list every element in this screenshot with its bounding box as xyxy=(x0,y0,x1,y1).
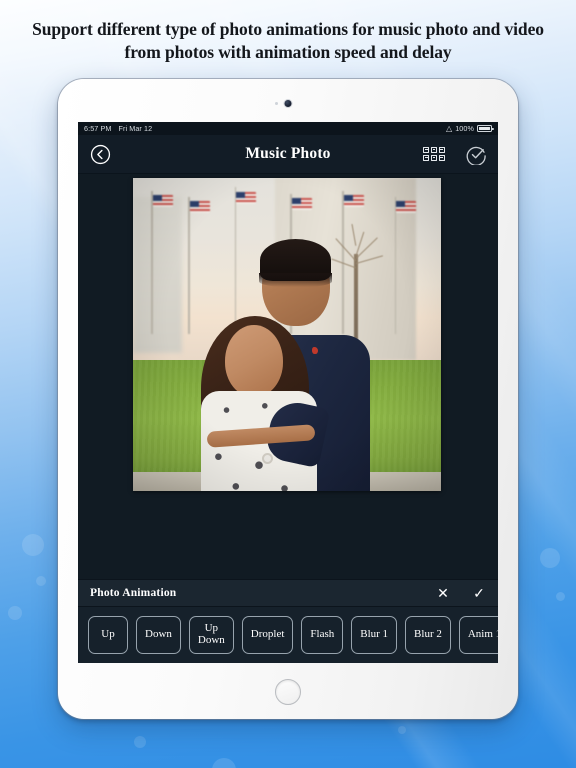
battery-icon xyxy=(477,125,494,132)
animation-options-list[interactable]: Up Down Up Down Droplet Flash Blur 1 Blu… xyxy=(78,607,498,663)
animation-option-up-down[interactable]: Up Down xyxy=(188,616,234,654)
animation-option-up[interactable]: Up xyxy=(88,616,128,654)
bokeh-dot xyxy=(212,758,236,768)
status-bar: 6:57 PM Fri Mar 12 △ 100% xyxy=(78,122,498,135)
panel-header: Photo Animation ✕ ✓ xyxy=(78,579,498,607)
bokeh-dot xyxy=(22,534,44,556)
animation-option-flash[interactable]: Flash xyxy=(301,616,344,654)
bokeh-dot xyxy=(540,548,560,568)
couple-photo-image xyxy=(133,178,441,491)
photo-preview[interactable] xyxy=(133,178,441,491)
animation-option-blur-1[interactable]: Blur 1 xyxy=(351,616,398,654)
battery-percent-label: 100% xyxy=(455,124,474,133)
animation-option-blur-2[interactable]: Blur 2 xyxy=(405,616,451,654)
status-date: Fri Mar 12 xyxy=(118,124,153,133)
animation-option-anim-1[interactable]: Anim 1 xyxy=(458,616,498,654)
close-icon[interactable]: ✕ xyxy=(436,586,450,600)
tablet-device-frame: 6:57 PM Fri Mar 12 △ 100% Music Photo Ph… xyxy=(58,79,518,719)
navigation-bar: Music Photo xyxy=(78,135,498,174)
page-title: Support different type of photo animatio… xyxy=(32,19,544,63)
animation-option-down[interactable]: Down xyxy=(136,616,181,654)
front-camera-icon xyxy=(284,100,292,107)
apply-check-icon[interactable]: ✓ xyxy=(472,586,486,600)
back-button[interactable] xyxy=(88,142,112,166)
device-screen: 6:57 PM Fri Mar 12 △ 100% Music Photo Ph… xyxy=(78,122,498,663)
bokeh-dot xyxy=(556,592,565,601)
bokeh-dot xyxy=(36,576,46,586)
bokeh-dot xyxy=(134,736,146,748)
photo-animation-panel: Photo Animation ✕ ✓ Up Down Up Down Drop… xyxy=(78,579,498,663)
bokeh-dot xyxy=(398,726,406,734)
panel-title: Photo Animation xyxy=(90,587,177,599)
layout-grid-button[interactable] xyxy=(422,142,446,166)
home-button[interactable] xyxy=(275,679,301,705)
bokeh-dot xyxy=(8,606,22,620)
check-circle-icon xyxy=(466,146,486,165)
wifi-icon: △ xyxy=(445,123,453,133)
confirm-button[interactable] xyxy=(464,142,488,166)
grid-layout-icon xyxy=(423,147,445,161)
ambient-sensor-icon xyxy=(275,102,278,105)
animation-option-droplet[interactable]: Droplet xyxy=(241,616,294,654)
status-time: 6:57 PM xyxy=(84,124,112,133)
back-circle-icon xyxy=(90,144,110,164)
editor-canvas[interactable] xyxy=(78,174,498,618)
